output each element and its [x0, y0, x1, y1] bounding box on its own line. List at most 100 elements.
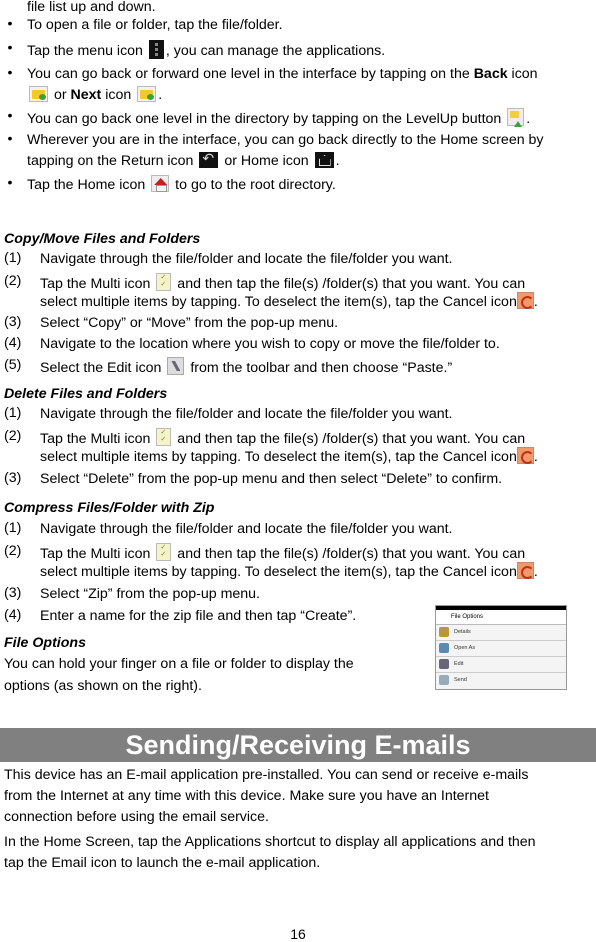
step-number: (5) [4, 357, 22, 373]
bullet: • [7, 131, 13, 147]
section-banner-email: Sending/Receiving E-mails [0, 728, 596, 762]
multi-icon [156, 543, 172, 561]
step-number: (1) [4, 520, 22, 536]
step-number: (3) [4, 470, 22, 486]
multi-icon [156, 273, 172, 291]
step-number: (3) [4, 585, 22, 601]
step-text: Select “Copy” or “Move” from the pop-up … [40, 315, 339, 331]
section-title-copy-move: Copy/Move Files and Folders [4, 231, 201, 247]
section-title-compress: Compress Files/Folder with Zip [4, 500, 215, 516]
text: select multiple items by tapping. To des… [40, 294, 517, 310]
bullet-menu: Tap the menu icon , you can manage the a… [27, 40, 385, 60]
multi-icon [156, 428, 172, 446]
email-paragraph: This device has an E-mail application pr… [4, 767, 529, 783]
email-paragraph: connection before using the email servic… [4, 809, 269, 825]
cancel-icon [516, 292, 534, 309]
step-text: Tap the Multi icon and then tap the file… [40, 273, 525, 293]
back-label: Back [473, 66, 508, 82]
popup-item-send[interactable]: Send [436, 673, 566, 688]
cancel-icon [516, 447, 534, 464]
popup-item-label: Edit [454, 661, 464, 667]
text: to go to the root directory. [171, 177, 336, 193]
text: tapping on the Return icon [27, 153, 198, 169]
next-folder-icon [137, 86, 157, 102]
next-label: Next [70, 87, 102, 103]
bullet: • [7, 16, 13, 32]
text: icon [507, 66, 538, 82]
open-as-icon [439, 643, 449, 653]
page-number: 16 [290, 926, 306, 942]
menu-icon [148, 40, 164, 59]
bullet-open-file: To open a file or folder, tap the file/f… [27, 17, 283, 33]
bullet-root: Tap the Home icon to go to the root dire… [27, 175, 336, 194]
text: select multiple items by tapping. To des… [40, 564, 517, 580]
bullet-home-screen-line2: tapping on the Return icon or Home icon … [27, 149, 340, 170]
step-text: Navigate to the location where you wish … [40, 336, 500, 352]
email-paragraph: from the Internet at any time with this … [4, 788, 489, 804]
text: or Home icon [220, 153, 313, 169]
popup-item-details[interactable]: Details [436, 625, 566, 641]
step-text: select multiple items by tapping. To des… [40, 447, 538, 466]
bullet-back-next: You can go back or forward one level in … [27, 65, 538, 83]
popup-item-label: Details [454, 629, 471, 635]
edit-icon [439, 659, 449, 669]
step-number: (4) [4, 335, 22, 351]
house-icon [151, 175, 170, 192]
edit-icon [167, 357, 185, 375]
text: or [50, 87, 71, 103]
details-icon [439, 627, 449, 637]
text: . [526, 111, 531, 127]
text: Tap the menu icon [27, 43, 147, 59]
bullet: • [7, 40, 13, 56]
return-icon [199, 149, 219, 168]
step-number: (2) [4, 428, 22, 444]
bullet-back-next-line2: or Next icon . [27, 86, 162, 104]
text: . [533, 564, 538, 580]
step-text: Enter a name for the zip file and then t… [40, 608, 357, 624]
step-number: (2) [4, 543, 22, 559]
bullet-levelup: You can go back one level in the directo… [27, 108, 530, 128]
step-number: (4) [4, 607, 22, 623]
file-options-text: options (as shown on the right). [4, 678, 202, 694]
popup-title: File Options [436, 610, 566, 625]
home-icon [314, 152, 334, 168]
popup-item-label: Open As [454, 645, 476, 651]
continued-text: file list up and down. [27, 0, 156, 15]
text: icon [101, 87, 136, 103]
text: Tap the Home icon [27, 177, 150, 193]
step-text: Navigate through the file/folder and loc… [40, 521, 453, 537]
text: , you can manage the applications. [165, 43, 386, 59]
back-folder-icon [29, 86, 48, 102]
bullet: • [7, 65, 13, 81]
popup-item-label: Send [454, 677, 467, 683]
file-options-popup: File Options Details Open As Edit Send [435, 605, 567, 690]
text: You can go back one level in the directo… [27, 111, 506, 127]
popup-item-edit[interactable]: Edit [436, 657, 566, 673]
bullet: • [7, 108, 13, 124]
text: and then tap the file(s) /folder(s) that… [173, 546, 526, 562]
step-text: Tap the Multi icon and then tap the file… [40, 428, 525, 448]
section-title-file-options: File Options [4, 635, 86, 651]
text: . [335, 153, 340, 169]
step-text: Select “Zip” from the pop-up menu. [40, 586, 261, 602]
text: from the toolbar and then choose “Paste.… [186, 360, 453, 376]
text: Tap the Multi icon [40, 431, 155, 447]
text: and then tap the file(s) /folder(s) that… [173, 431, 526, 447]
bullet: • [7, 175, 13, 191]
step-number: (2) [4, 273, 22, 289]
text: You can go back or forward one level in … [27, 66, 474, 82]
step-text: select multiple items by tapping. To des… [40, 562, 538, 581]
step-number: (1) [4, 405, 22, 421]
step-number: (3) [4, 314, 22, 330]
bullet-home-screen: Wherever you are in the interface, you c… [27, 132, 544, 148]
cancel-icon [516, 562, 534, 579]
text: Tap the Multi icon [40, 276, 155, 292]
levelup-icon [507, 108, 525, 127]
step-text: Select the Edit icon from the toolbar an… [40, 357, 452, 377]
step-text: Select “Delete” from the pop-up menu and… [40, 471, 503, 487]
popup-item-open-as[interactable]: Open As [436, 641, 566, 657]
file-options-text: You can hold your finger on a file or fo… [4, 656, 354, 672]
email-paragraph: tap the Email icon to launch the e-mail … [4, 855, 321, 871]
step-text: select multiple items by tapping. To des… [40, 292, 538, 311]
text: . [533, 294, 538, 310]
